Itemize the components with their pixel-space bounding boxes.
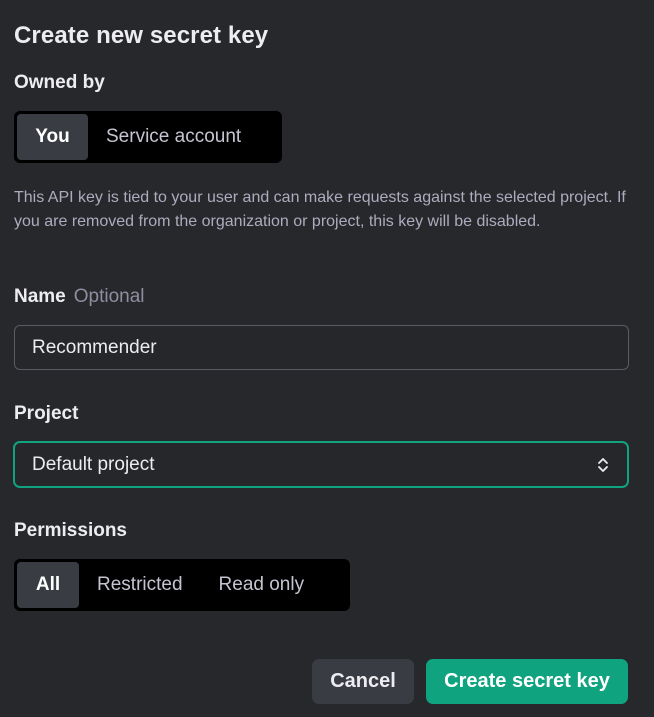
create-secret-key-dialog: Create new secret key Owned by You Servi… [0, 0, 654, 717]
cancel-button[interactable]: Cancel [312, 659, 414, 704]
owned-by-description: This API key is tied to your user and ca… [14, 189, 626, 230]
permissions-option-read-only[interactable]: Read only [201, 562, 323, 608]
name-label-text: Name [14, 286, 66, 307]
name-optional-hint: Optional [73, 286, 145, 307]
permissions-label: Permissions [14, 520, 127, 541]
owned-by-option-you[interactable]: You [17, 114, 88, 160]
name-label: Name Optional [14, 286, 145, 308]
permissions-toggle: All Restricted Read only [14, 559, 350, 611]
create-secret-key-button[interactable]: Create secret key [426, 659, 628, 704]
project-label: Project [14, 403, 79, 424]
permissions-option-restricted[interactable]: Restricted [79, 562, 201, 608]
chevron-up-down-icon [596, 455, 610, 475]
owned-by-toggle: You Service account [14, 111, 282, 163]
name-input[interactable] [14, 325, 629, 370]
project-select[interactable]: Default project [13, 441, 629, 488]
owned-by-option-service-account[interactable]: Service account [88, 114, 259, 160]
dialog-title: Create new secret key [14, 22, 269, 49]
permissions-option-all[interactable]: All [17, 562, 79, 608]
project-select-value: Default project [32, 453, 155, 475]
owned-by-label: Owned by [14, 72, 105, 93]
